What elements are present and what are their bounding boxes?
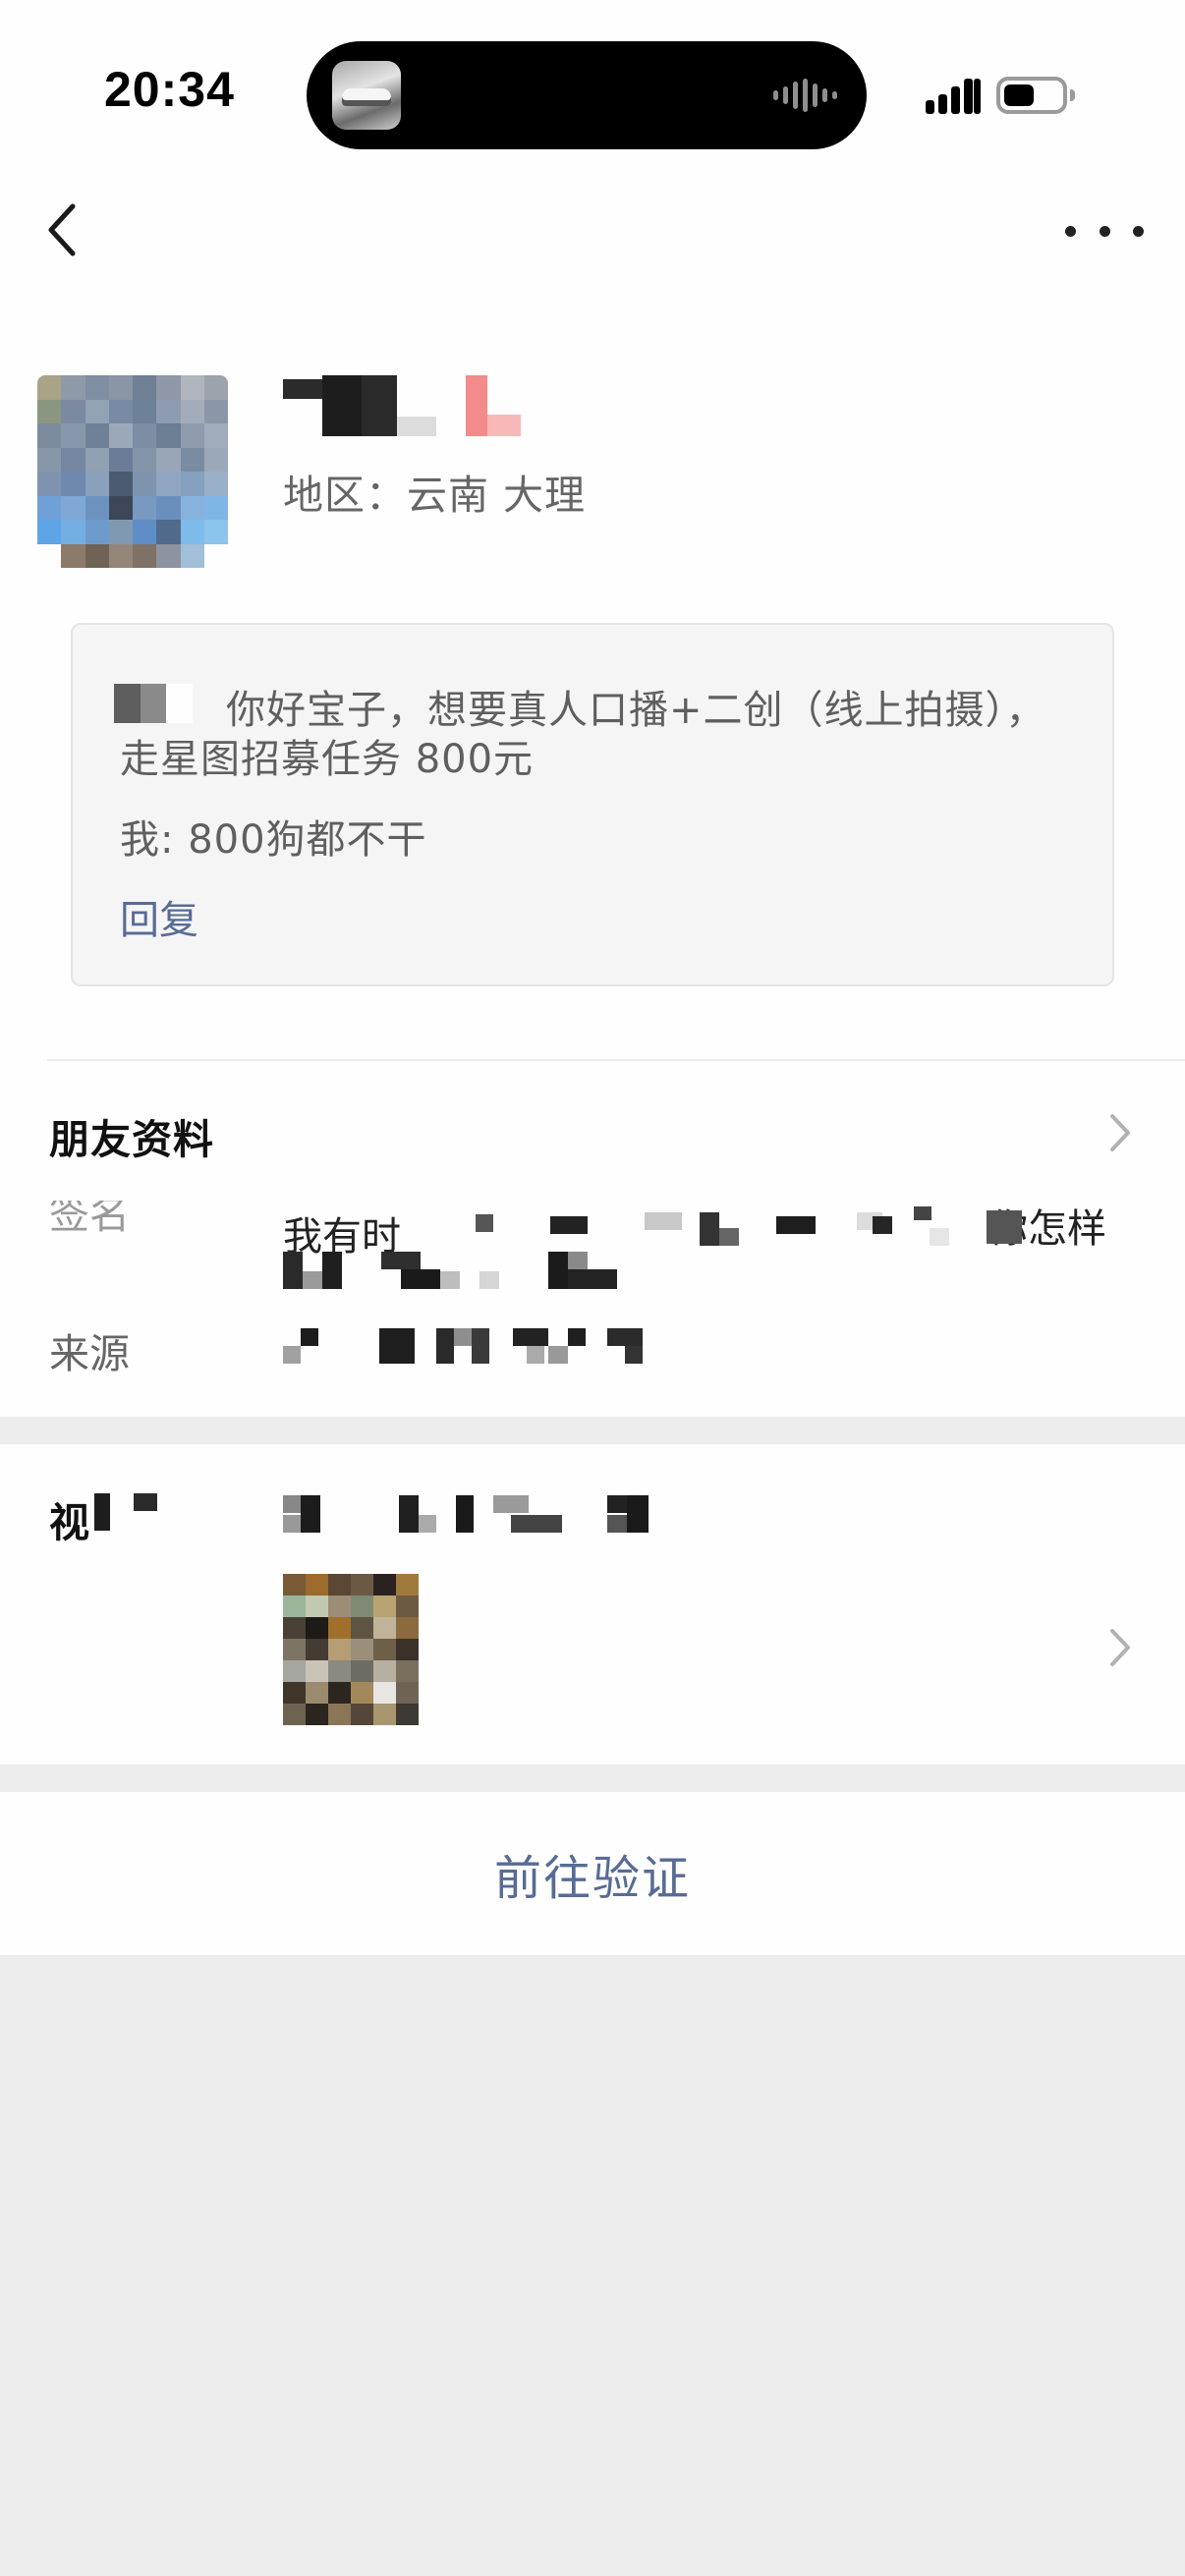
chevron-left-icon <box>48 203 76 256</box>
region-text: 地区：云南 大理 <box>283 472 587 519</box>
avatar[interactable] <box>37 375 228 568</box>
sender-name-blurred <box>114 684 194 723</box>
back-button[interactable] <box>39 193 98 271</box>
divider <box>47 1059 1185 1061</box>
chevron-right-icon[interactable] <box>1106 1623 1136 1672</box>
channel-section[interactable] <box>0 1444 1185 1764</box>
signal-icon <box>926 77 983 114</box>
dynamic-island[interactable] <box>307 41 867 149</box>
source-label: 来源 <box>49 1330 130 1377</box>
reply-link[interactable]: 回复 <box>120 888 198 945</box>
source-value-blurred <box>283 1328 715 1366</box>
channel-label: 视 <box>49 1499 89 1546</box>
go-verify-button[interactable]: 前往验证 <box>0 1792 1185 1955</box>
now-playing-thumbnail <box>332 61 401 130</box>
audio-wave-icon <box>773 79 837 112</box>
battery-icon <box>996 77 1075 114</box>
greeting-message-card: 你好宝子，想要真人口播+二创（线上拍摄）， 走星图招募任务 800元 我: 80… <box>71 623 1114 986</box>
channel-label-blurred <box>94 1493 183 1531</box>
status-bar: 20:34 <box>0 0 1185 187</box>
video-thumbnail[interactable] <box>283 1574 419 1725</box>
signature-blurred-line2 <box>283 1252 637 1289</box>
nickname-blurred <box>283 375 521 436</box>
greeting-text-line2: 走星图招募任务 800元 <box>120 737 535 782</box>
ellipsis-icon <box>1065 225 1076 237</box>
signature-blurred <box>0 1206 1185 1246</box>
channel-name-blurred <box>283 1495 676 1533</box>
status-time: 20:34 <box>104 62 235 117</box>
friend-info-title[interactable]: 朋友资料 <box>49 1106 214 1165</box>
more-options-button[interactable] <box>1065 206 1144 255</box>
chevron-right-icon[interactable] <box>1106 1108 1136 1157</box>
my-reply-text: 我: 800狗都不干 <box>120 817 427 863</box>
